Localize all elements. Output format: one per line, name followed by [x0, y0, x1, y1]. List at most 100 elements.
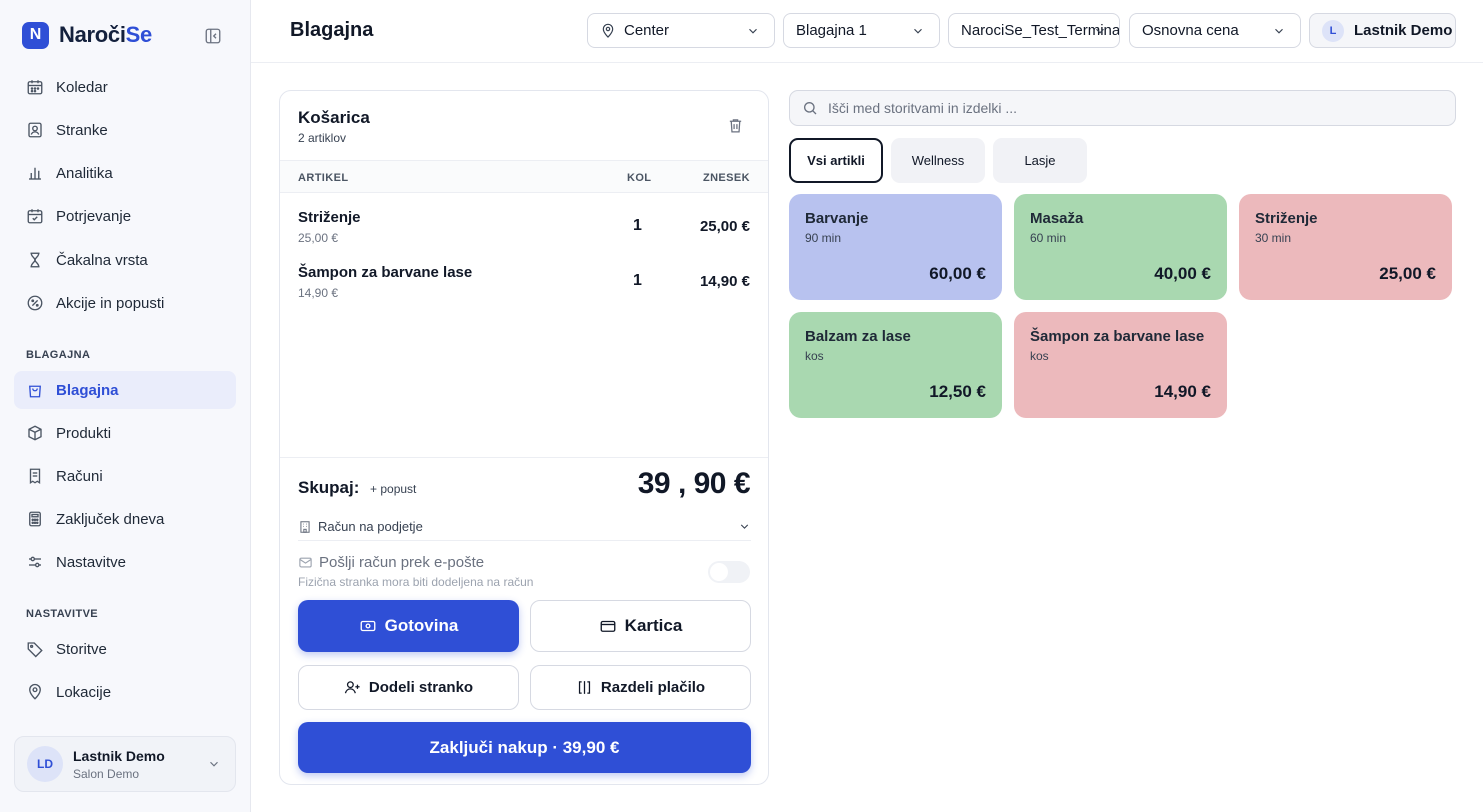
sidebar-item-analitika[interactable]: Analitika	[14, 154, 236, 192]
section-label-blagajna: BLAGAJNA	[26, 349, 91, 361]
top-header: Blagajna Center Blagajna 1 NarociSe_Test…	[251, 0, 1483, 63]
checkout-button[interactable]: Zaključi nakup · 39,90 €	[298, 722, 751, 773]
sidebar-item-label: Produkti	[56, 424, 112, 442]
sidebar-user-menu[interactable]: LD Lastnik Demo Salon Demo	[14, 736, 236, 792]
search-icon	[802, 100, 818, 116]
cart-item-qty[interactable]: 1	[633, 217, 642, 235]
cart-item-unit-price: 25,00 €	[298, 231, 339, 245]
brand[interactable]: N NaročiSe	[22, 20, 152, 50]
product-tile-sampon[interactable]: Šampon za barvane lase kos 14,90 €	[1014, 312, 1227, 418]
collapse-sidebar-button[interactable]	[203, 26, 223, 46]
tile-price: 25,00 €	[1379, 264, 1436, 283]
sidebar-item-cakalna-vrsta[interactable]: Čakalna vrsta	[14, 241, 236, 279]
chevron-down-icon	[738, 520, 751, 536]
tab-vsi-artikli[interactable]: Vsi artikli	[789, 138, 883, 183]
chevron-down-icon	[1093, 24, 1107, 42]
chevron-down-icon	[207, 757, 221, 776]
price-list-select[interactable]: Osnovna cena	[1129, 13, 1301, 48]
bar-chart-icon	[26, 164, 44, 182]
sidebar-item-label: Potrjevanje	[56, 207, 132, 225]
product-tile-masaza[interactable]: Masaža 60 min 40,00 €	[1014, 194, 1227, 300]
add-discount-link[interactable]: + popust	[370, 482, 416, 496]
calculator-icon	[26, 510, 44, 528]
sidebar-item-label: Analitika	[56, 164, 113, 182]
assign-customer-button[interactable]: Dodeli stranko	[298, 665, 519, 710]
split-icon	[576, 679, 593, 696]
sidebar-item-racuni[interactable]: Računi	[14, 457, 236, 495]
sidebar-collapse-icon	[205, 28, 221, 44]
sidebar-item-storitve[interactable]: Storitve	[14, 630, 236, 668]
terminal-select[interactable]: NarociSe_Test_Terminal	[948, 13, 1120, 48]
sliders-icon	[26, 553, 44, 571]
cart-item-name: Šampon za barvane lase	[298, 264, 473, 281]
total-value: 39 , 90 €	[637, 467, 751, 500]
cart-table-header: ARTIKEL KOL ZNESEK	[280, 160, 768, 193]
pay-card-button[interactable]: Kartica	[530, 600, 751, 652]
email-receipt-toggle[interactable]	[708, 561, 750, 583]
sidebar-item-produkti[interactable]: Produkti	[14, 414, 236, 452]
tile-price: 40,00 €	[1154, 264, 1211, 283]
sidebar-item-potrjevanje[interactable]: Potrjevanje	[14, 197, 236, 235]
trash-icon[interactable]	[727, 117, 744, 139]
package-icon	[26, 424, 44, 442]
sidebar-item-koledar[interactable]: Koledar	[14, 68, 236, 106]
tile-name: Striženje	[1255, 210, 1318, 227]
tab-lasje[interactable]: Lasje	[993, 138, 1087, 183]
tile-name: Balzam za lase	[805, 328, 911, 345]
pay-cash-button[interactable]: Gotovina	[298, 600, 519, 652]
product-tile-balzam[interactable]: Balzam za lase kos 12,50 €	[789, 312, 1002, 418]
email-receipt-label: Pošlji račun prek e-pošte	[298, 554, 484, 571]
sidebar-item-akcije[interactable]: Akcije in popusti	[14, 284, 236, 322]
tile-name: Barvanje	[805, 210, 869, 227]
hourglass-icon	[26, 251, 44, 269]
user-salon: Salon Demo	[73, 766, 140, 781]
tile-name: Šampon za barvane lase	[1030, 328, 1205, 345]
brand-name: NaročiSe	[59, 22, 152, 48]
location-select[interactable]: Center	[587, 13, 775, 48]
sidebar-item-zakljucek-dneva[interactable]: Zaključek dneva	[14, 500, 236, 538]
column-header-item: ARTIKEL	[298, 172, 349, 184]
chevron-down-icon	[746, 24, 760, 42]
contacts-icon	[26, 121, 44, 139]
map-pin-icon	[26, 683, 44, 701]
sidebar-item-label: Računi	[56, 467, 103, 485]
sidebar-item-stranke[interactable]: Stranke	[14, 111, 236, 149]
sidebar-item-nastavitve[interactable]: Nastavitve	[14, 543, 236, 581]
cart-item-qty[interactable]: 1	[633, 272, 642, 290]
search-input[interactable]: Išči med storitvami in izdelki ...	[828, 100, 1017, 116]
table-row[interactable]: Šampon za barvane lase 14,90 € 1 14,90 €	[280, 256, 768, 308]
tab-wellness[interactable]: Wellness	[891, 138, 985, 183]
column-header-qty: KOL	[627, 172, 652, 184]
email-receipt-text: Pošlji račun prek e-pošte	[319, 554, 485, 571]
cart-item-unit-price: 14,90 €	[298, 286, 339, 300]
sidebar-item-lokacije[interactable]: Lokacije	[14, 673, 236, 711]
header-user-name: Lastnik Demo	[1354, 22, 1453, 39]
split-payment-button[interactable]: Razdeli plačilo	[530, 665, 751, 710]
map-pin-icon	[600, 23, 616, 39]
register-value: Blagajna 1	[796, 22, 867, 39]
product-tile-barvanje[interactable]: Barvanje 90 min 60,00 €	[789, 194, 1002, 300]
chevron-down-icon	[911, 24, 925, 42]
table-row[interactable]: Striženje 25,00 € 1 25,00 €	[280, 201, 768, 253]
discount-icon	[26, 294, 44, 312]
sidebar-item-label: Storitve	[56, 640, 107, 658]
catalog-search[interactable]: Išči med storitvami in izdelki ...	[789, 90, 1456, 126]
sidebar-item-label: Blagajna	[56, 381, 119, 399]
tile-unit: kos	[1030, 349, 1049, 363]
cart-item-amount: 14,90 €	[699, 273, 750, 290]
sidebar-item-blagajna[interactable]: Blagajna	[14, 371, 236, 409]
register-select[interactable]: Blagajna 1	[783, 13, 940, 48]
company-invoice-toggle[interactable]: Račun na podjetje	[298, 513, 751, 541]
tile-duration: 60 min	[1030, 231, 1067, 245]
page-title: Blagajna	[290, 19, 374, 41]
sidebar-item-label: Akcije in popusti	[56, 294, 165, 312]
user-name: Lastnik Demo	[73, 747, 165, 764]
tile-duration: 90 min	[805, 231, 842, 245]
cart-item-count: 2 artiklov	[298, 131, 347, 145]
sidebar-item-label: Lokacije	[56, 683, 112, 701]
user-plus-icon	[344, 679, 361, 696]
header-user-menu[interactable]: L Lastnik Demo	[1309, 13, 1456, 48]
product-tile-strizenje[interactable]: Striženje 30 min 25,00 €	[1239, 194, 1452, 300]
tile-duration: 30 min	[1255, 231, 1292, 245]
brand-logo: N	[22, 21, 49, 49]
